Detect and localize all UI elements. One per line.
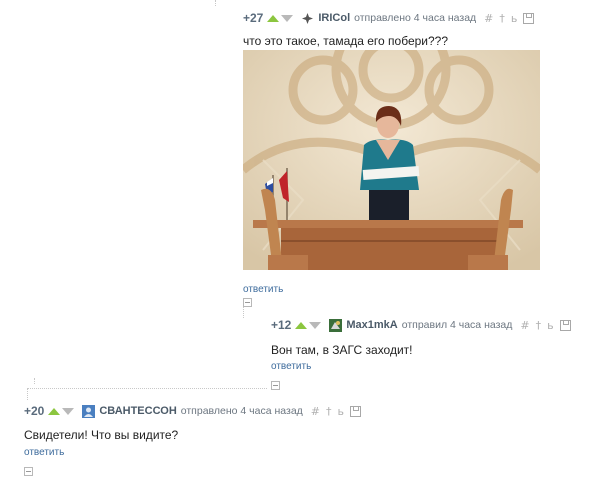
comment-timestamp[interactable]: отправил 4 часа назад bbox=[402, 319, 513, 331]
quote-icon[interactable]: ь bbox=[511, 12, 517, 25]
comment-header: +27 IRICol отправлено 4 часа назад # † ь bbox=[243, 9, 535, 27]
comment-link-icon[interactable]: # bbox=[520, 319, 529, 332]
vote-down-icon[interactable] bbox=[62, 407, 75, 415]
comment-rating: +20 bbox=[24, 404, 45, 418]
vote-down-icon[interactable] bbox=[281, 14, 294, 22]
comment-image[interactable] bbox=[243, 50, 540, 270]
thread-line bbox=[27, 388, 28, 400]
quote-icon[interactable]: ь bbox=[547, 319, 553, 332]
vote-down-icon[interactable] bbox=[309, 321, 322, 329]
thread-line bbox=[215, 0, 216, 6]
comment: +20 СВАНТЕССОН отправлено 4 часа назад #… bbox=[24, 402, 361, 442]
thread-line bbox=[34, 378, 35, 384]
collapse-icon[interactable] bbox=[243, 298, 252, 307]
reply-link[interactable]: ответить bbox=[24, 447, 64, 458]
save-icon[interactable] bbox=[523, 12, 535, 24]
pin-icon[interactable]: † bbox=[326, 405, 332, 418]
vote-up-icon[interactable] bbox=[267, 14, 280, 22]
vote-up-icon[interactable] bbox=[48, 407, 61, 415]
collapse-icon[interactable] bbox=[271, 381, 280, 390]
comment-text: Вон там, в ЗАГС заходит! bbox=[271, 343, 413, 357]
pin-icon[interactable]: † bbox=[499, 12, 505, 25]
comment-header: +20 СВАНТЕССОН отправлено 4 часа назад #… bbox=[24, 402, 361, 420]
avatar[interactable] bbox=[301, 12, 314, 25]
comment-timestamp[interactable]: отправлено 4 часа назад bbox=[354, 12, 476, 24]
comment-link-icon[interactable]: # bbox=[484, 12, 493, 25]
quote-icon[interactable]: ь bbox=[338, 405, 344, 418]
comment-author[interactable]: Max1mkA bbox=[346, 319, 397, 331]
comment: +27 IRICol отправлено 4 часа назад # † ь… bbox=[243, 9, 535, 48]
comment-text: Свидетели! Что вы видите? bbox=[24, 428, 179, 442]
thread-line bbox=[27, 388, 267, 389]
avatar[interactable] bbox=[329, 318, 343, 332]
comment-timestamp[interactable]: отправлено 4 часа назад bbox=[181, 405, 303, 417]
comment-author[interactable]: СВАНТЕССОН bbox=[99, 405, 176, 417]
pin-icon[interactable]: † bbox=[536, 319, 542, 332]
reply-link[interactable]: ответить bbox=[271, 361, 311, 372]
comment-link-icon[interactable]: # bbox=[311, 405, 320, 418]
save-icon[interactable] bbox=[350, 405, 361, 417]
comment-rating: +12 bbox=[271, 318, 292, 332]
comment: +12 Max1mkA отправил 4 часа назад # † ь … bbox=[271, 316, 571, 357]
comment-text: что это такое, тамада его побери??? bbox=[243, 34, 449, 48]
collapse-icon[interactable] bbox=[24, 467, 33, 476]
avatar[interactable] bbox=[82, 404, 96, 418]
vote-up-icon[interactable] bbox=[295, 321, 308, 329]
comment-author[interactable]: IRICol bbox=[318, 12, 350, 24]
comment-header: +12 Max1mkA отправил 4 часа назад # † ь bbox=[271, 316, 571, 334]
save-icon[interactable] bbox=[559, 319, 571, 331]
reply-link[interactable]: ответить bbox=[243, 284, 283, 295]
comment-rating: +27 bbox=[243, 11, 264, 25]
